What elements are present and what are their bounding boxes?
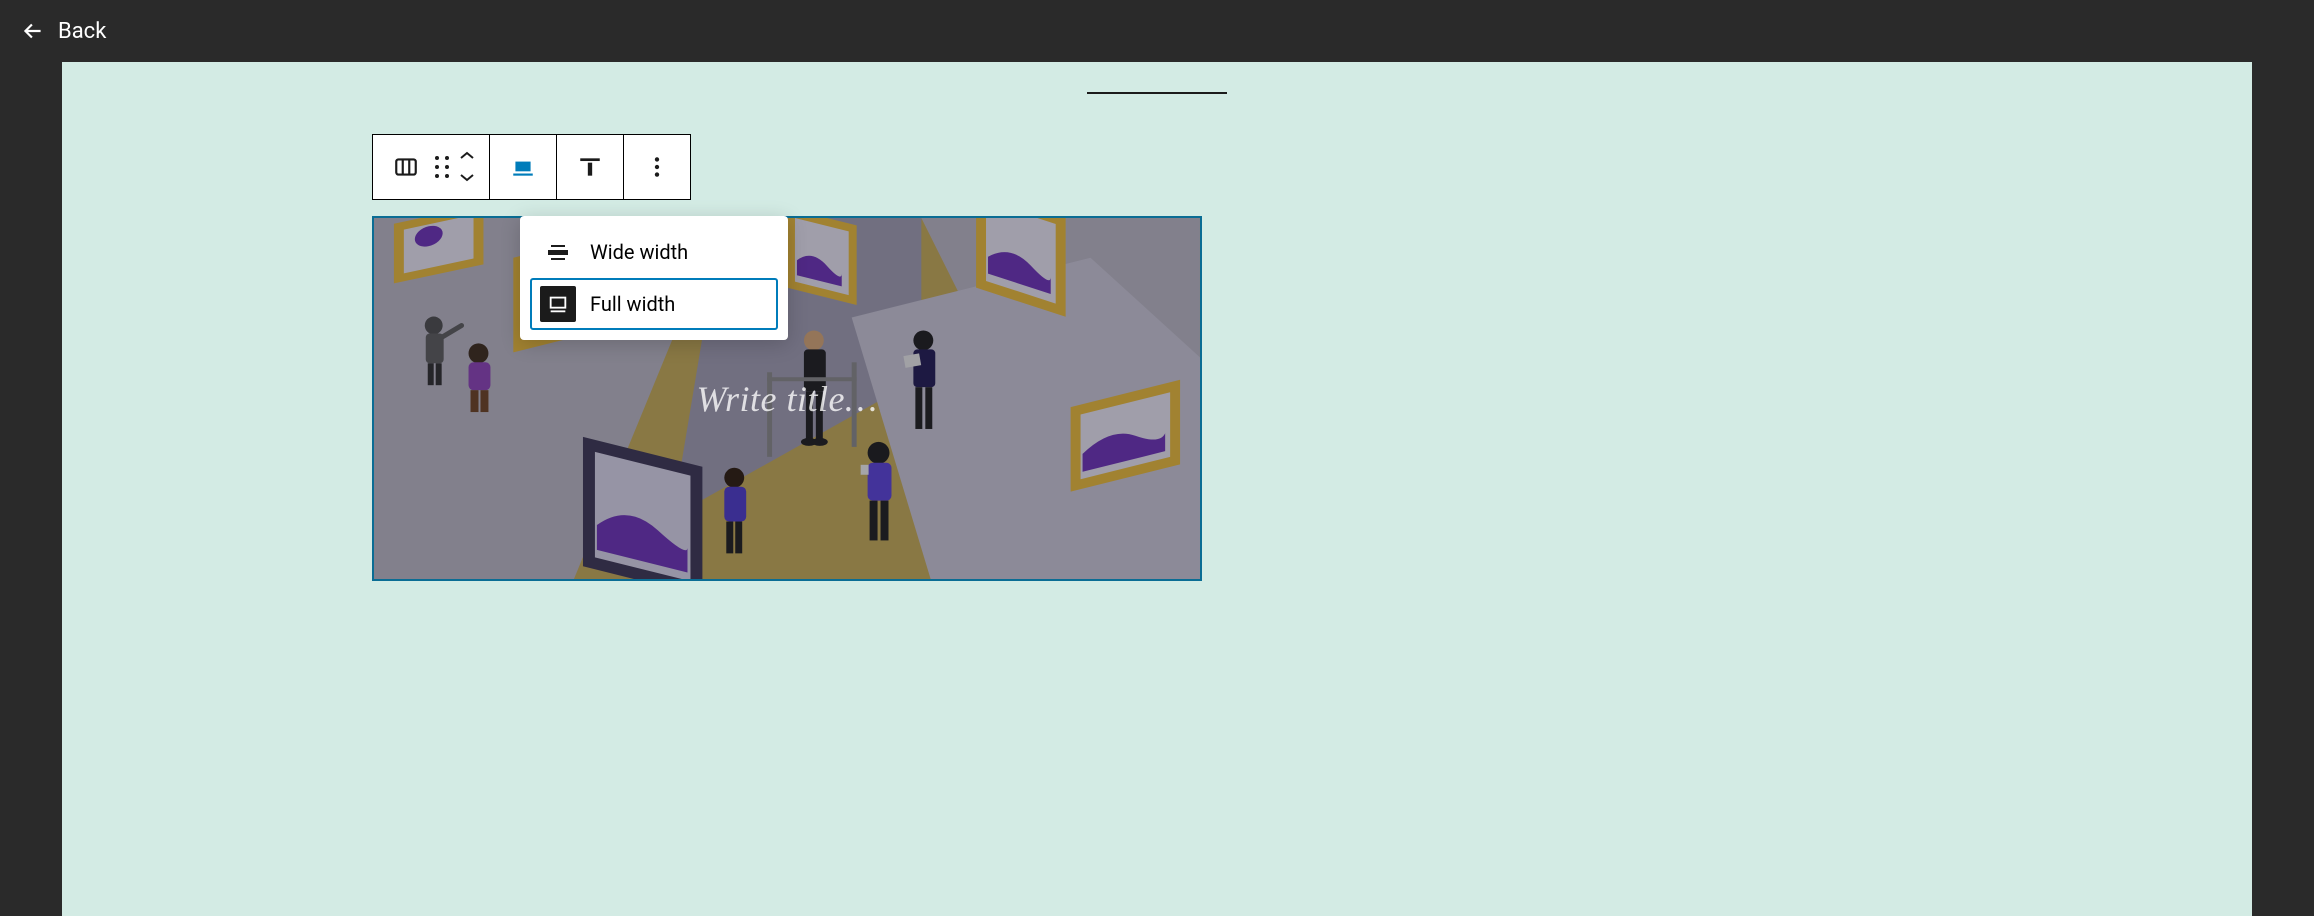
dropdown-item-label: Wide width [590,240,688,264]
wide-width-icon [540,234,576,270]
arrow-left-icon [20,18,46,44]
vertical-align-button[interactable] [569,146,611,188]
align-full-icon [510,154,536,180]
editor-canvas: Wide width Full width [62,62,2252,916]
block-editor-area: Wide width Full width [372,134,1202,581]
more-vertical-icon [644,154,670,180]
align-button[interactable] [502,146,544,188]
app-header: Back [0,0,2314,62]
move-up-button[interactable] [457,147,477,166]
toolbar-group-align [490,135,557,199]
dropdown-item-label: Full width [590,292,675,316]
move-down-button[interactable] [457,168,477,187]
columns-icon [393,154,419,180]
align-dropdown: Wide width Full width [520,216,788,340]
align-top-icon [577,154,603,180]
block-type-button[interactable] [385,146,427,188]
block-toolbar [372,134,691,200]
drag-handle[interactable] [427,156,457,178]
back-label: Back [58,19,106,44]
toolbar-group-vertical-align [557,135,624,199]
back-button[interactable]: Back [20,18,106,44]
chevron-up-icon [457,150,477,162]
toolbar-group-more [624,135,690,199]
title-placeholder: Write title… [697,378,878,420]
block-movers [457,147,477,187]
chevron-down-icon [457,171,477,183]
drag-dots-icon [435,156,449,178]
more-options-button[interactable] [636,146,678,188]
align-option-full[interactable]: Full width [530,278,778,330]
align-option-wide[interactable]: Wide width [530,226,778,278]
separator [1087,92,1227,94]
toolbar-group-block [373,135,490,199]
full-width-icon [540,286,576,322]
